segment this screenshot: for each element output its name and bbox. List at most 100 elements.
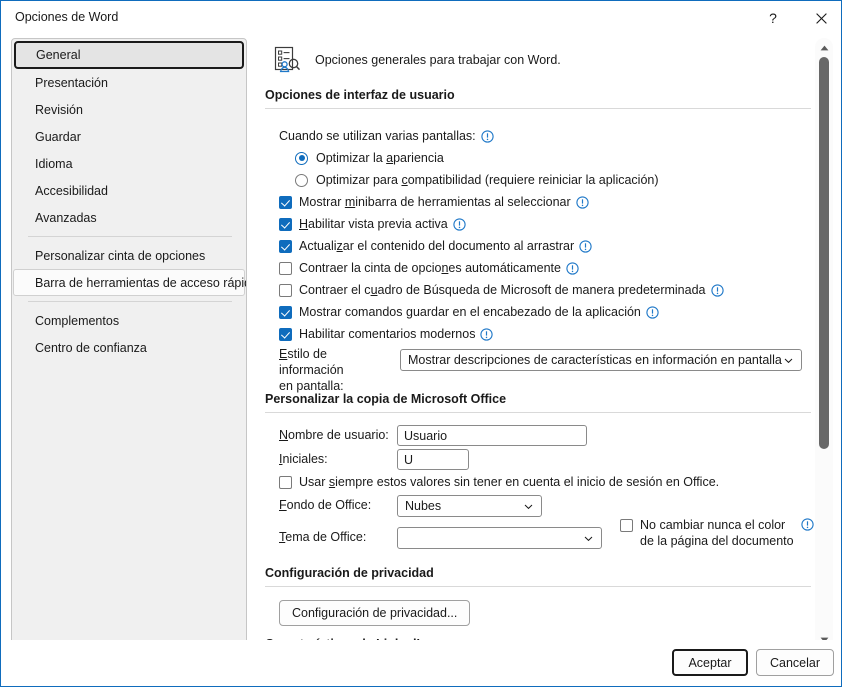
section-privacy: Configuración de privacidad (265, 566, 811, 587)
close-button[interactable] (798, 2, 841, 34)
initials-input[interactable] (397, 449, 469, 470)
checkbox-indicator[interactable] (620, 519, 633, 532)
category-sidebar: General Presentación Revisión Guardar Id… (11, 38, 247, 651)
screentip-style-value: Mostrar descripciones de características… (408, 353, 782, 367)
sidebar-item-accesibilidad[interactable]: Accesibilidad (13, 177, 245, 204)
triangle-up-icon (820, 45, 828, 51)
radio-indicator[interactable] (295, 151, 308, 165)
info-icon[interactable] (566, 261, 579, 275)
screentip-label-line1: stilo de información (279, 347, 344, 377)
sidebar-item-label: General (36, 48, 81, 62)
sidebar-item-label: Avanzadas (35, 210, 97, 225)
section-ui-options: Opciones de interfaz de usuario (265, 88, 811, 109)
checkbox-label: Contraer el cuadro de Búsqueda de Micros… (299, 283, 706, 297)
checkbox-usar-siempre-valores[interactable]: Usar siempre estos valores sin tener en … (279, 475, 719, 489)
checkbox-indicator[interactable] (279, 239, 292, 253)
checkbox-comentarios-modernos[interactable]: Habilitar comentarios modernos (279, 327, 494, 341)
section-rule (265, 108, 811, 109)
radio-indicator[interactable] (295, 173, 308, 187)
section-rule (265, 412, 811, 413)
close-icon (815, 12, 827, 24)
section-rule (265, 586, 811, 587)
sidebar-item-complementos[interactable]: Complementos (13, 307, 245, 334)
info-icon[interactable] (481, 129, 494, 143)
office-background-label: Fondo de Office: (279, 498, 372, 512)
sidebar-item-general[interactable]: General (14, 41, 244, 69)
username-label: Nombre de usuario: (279, 428, 389, 442)
sidebar-item-guardar[interactable]: Guardar (13, 123, 245, 150)
sidebar-item-revision[interactable]: Revisión (13, 96, 245, 123)
sidebar-item-barra-acceso-rapido[interactable]: Barra de herramientas de acceso rápido (13, 269, 247, 296)
info-icon[interactable] (801, 518, 814, 531)
sidebar-item-label: Complementos (35, 313, 120, 328)
accept-button[interactable]: Aceptar (672, 649, 748, 676)
section-title: Configuración de privacidad (265, 566, 434, 580)
general-options-icon (274, 46, 301, 73)
info-icon[interactable] (576, 195, 589, 209)
info-icon[interactable] (579, 239, 592, 253)
checkbox-indicator[interactable] (279, 327, 292, 341)
sidebar-item-centro-confianza[interactable]: Centro de confianza (13, 334, 245, 361)
chevron-down-icon (524, 504, 533, 509)
username-input[interactable] (397, 425, 587, 446)
info-icon[interactable] (710, 283, 724, 297)
scroll-up-arrow[interactable] (815, 40, 833, 56)
checkbox-indicator[interactable] (279, 217, 292, 231)
cancel-button[interactable]: Cancelar (756, 649, 834, 676)
info-icon[interactable] (453, 217, 466, 231)
sidebar-item-presentacion[interactable]: Presentación (13, 69, 245, 96)
checkbox-contraer-busqueda[interactable]: Contraer el cuadro de Búsqueda de Micros… (279, 283, 724, 297)
checkbox-habilitar-vista-previa[interactable]: Habilitar vista previa activa (279, 217, 466, 231)
initials-label: Iniciales: (279, 452, 328, 466)
sidebar-item-idioma[interactable]: Idioma (13, 150, 245, 177)
word-options-dialog: Opciones de Word ? General Presentación … (0, 0, 842, 687)
office-theme-label: Tema de Office: (279, 530, 367, 544)
chevron-down-icon (784, 358, 793, 363)
checkbox-contraer-cinta[interactable]: Contraer la cinta de opciones automática… (279, 261, 579, 275)
radio-optimizar-apariencia[interactable]: Optimizar la apariencia (295, 151, 444, 165)
checkbox-indicator[interactable] (279, 305, 292, 319)
checkbox-label: Habilitar vista previa activa (299, 217, 448, 231)
multiscreen-label-row: Cuando se utilizan varias pantallas: (279, 129, 494, 143)
sidebar-divider (28, 236, 232, 237)
chevron-down-icon (584, 536, 593, 541)
scrollbar-thumb[interactable] (819, 57, 829, 449)
options-pane: Opciones generales para trabajar con Wor… (257, 38, 823, 643)
checkbox-indicator[interactable] (279, 195, 292, 209)
pane-header-description: Opciones generales para trabajar con Wor… (315, 53, 561, 67)
checkbox-indicator[interactable] (279, 283, 292, 297)
checkbox-indicator[interactable] (279, 261, 292, 275)
checkbox-label-line2: de la página del documento (640, 534, 794, 548)
vertical-scrollbar[interactable] (815, 38, 833, 650)
checkbox-no-cambiar-color[interactable]: No cambiar nunca el color de la página d… (620, 517, 814, 549)
dialog-footer: Aceptar Cancelar (2, 640, 841, 685)
checkbox-label: Usar siempre estos valores sin tener en … (299, 475, 720, 489)
pane-header: Opciones generales para trabajar con Wor… (271, 44, 561, 76)
office-background-value: Nubes (405, 499, 442, 513)
section-title: Opciones de interfaz de usuario (265, 88, 455, 102)
sidebar-item-label: Presentación (35, 75, 108, 90)
screentip-label: Estilo de información en pantalla: (279, 346, 379, 394)
checkbox-label: Actualizar el contenido del documento al… (299, 239, 575, 253)
office-theme-combobox[interactable] (397, 527, 602, 549)
sidebar-item-avanzadas[interactable]: Avanzadas (13, 204, 245, 231)
info-icon[interactable] (646, 305, 659, 319)
dialog-title: Opciones de Word (15, 10, 119, 24)
sidebar-item-personalizar-cinta[interactable]: Personalizar cinta de opciones (13, 242, 245, 269)
info-icon[interactable] (480, 327, 494, 341)
sidebar-item-label: Idioma (35, 156, 73, 171)
help-button[interactable]: ? (750, 2, 796, 34)
checkbox-mostrar-minibarra[interactable]: Mostrar minibarra de herramientas al sel… (279, 195, 589, 209)
multiscreen-label: Cuando se utilizan varias pantallas: (279, 129, 476, 143)
screentip-style-combobox[interactable]: Mostrar descripciones de características… (400, 349, 802, 371)
checkbox-mostrar-comandos-guardar[interactable]: Mostrar comandos guardar en el encabezad… (279, 305, 659, 319)
radio-label: Optimizar la apariencia (316, 151, 444, 165)
sidebar-item-label: Centro de confianza (35, 340, 147, 355)
office-background-combobox[interactable]: Nubes (397, 495, 542, 517)
checkbox-actualizar-contenido[interactable]: Actualizar el contenido del documento al… (279, 239, 592, 253)
checkbox-indicator[interactable] (279, 475, 292, 489)
sidebar-item-label: Barra de herramientas de acceso rápido (35, 275, 247, 290)
sidebar-item-label: Guardar (35, 129, 81, 144)
radio-optimizar-compatibilidad[interactable]: Optimizar para compatibilidad (requiere … (295, 173, 659, 187)
privacy-settings-button[interactable]: Configuración de privacidad... (279, 600, 471, 626)
